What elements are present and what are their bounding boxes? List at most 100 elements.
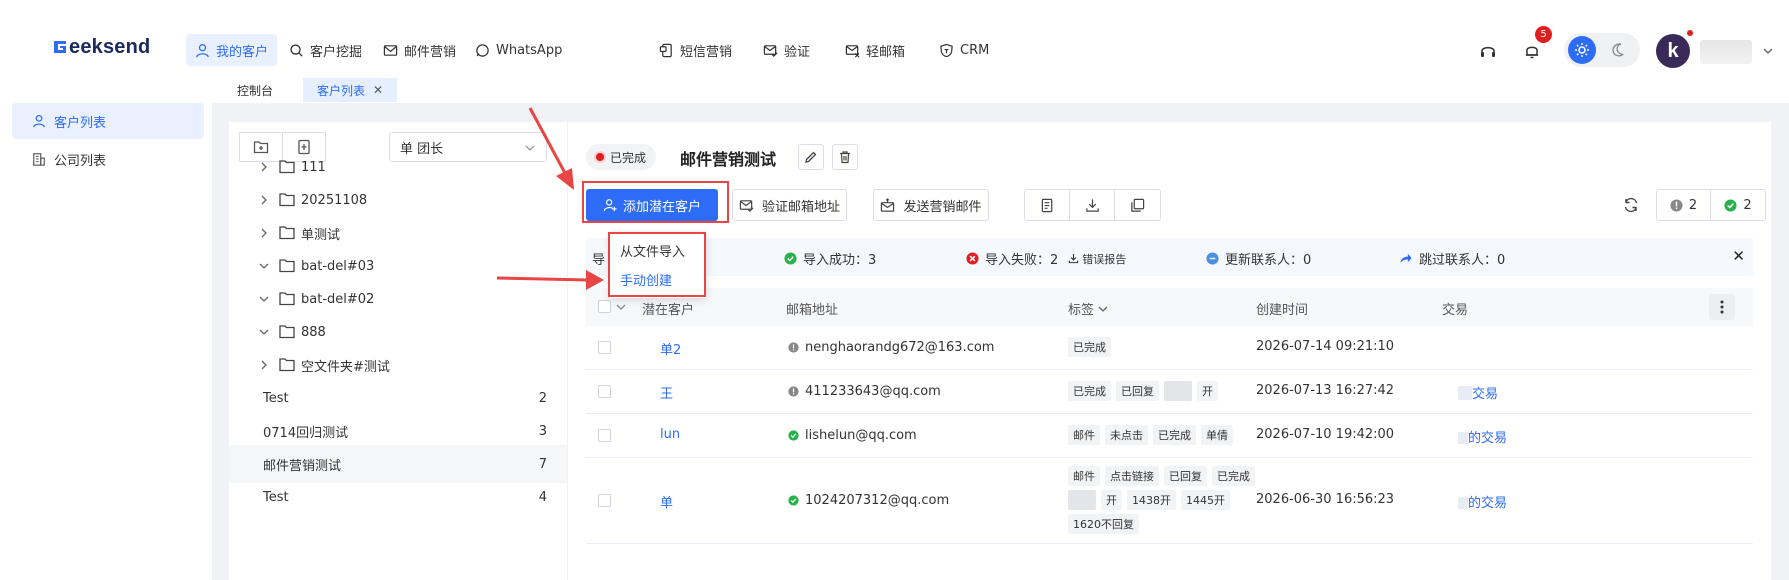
nav-label: CRM bbox=[960, 42, 990, 58]
nav-verify[interactable]: 验证 bbox=[754, 34, 819, 66]
export-button[interactable] bbox=[1025, 190, 1070, 220]
tag: 1438开 bbox=[1127, 490, 1176, 510]
table-row[interactable]: 王 411233643@qq.com 已完成 已回复 开 2026-07-13 … bbox=[586, 370, 1753, 414]
nav-crm[interactable]: CRM bbox=[930, 34, 998, 66]
column-header-tags-label: 标签 bbox=[1068, 303, 1095, 318]
contacts-updated-text: 更新联系人：0 bbox=[1225, 253, 1312, 268]
nav-light-mailbox[interactable]: 轻邮箱 bbox=[836, 34, 914, 66]
row-checkbox[interactable] bbox=[598, 494, 611, 507]
update-icon bbox=[1206, 252, 1219, 265]
send-marketing-email-button[interactable]: 发送营销邮件 bbox=[873, 189, 989, 221]
download-button[interactable] bbox=[1070, 190, 1115, 220]
search-icon bbox=[290, 43, 303, 57]
nav-whatsapp[interactable]: WhatsApp bbox=[466, 34, 571, 66]
edit-button[interactable] bbox=[798, 144, 824, 170]
chevron-down-icon[interactable] bbox=[259, 261, 269, 271]
folder-icon bbox=[279, 292, 295, 306]
row-checkbox[interactable] bbox=[598, 385, 611, 398]
valid-count[interactable]: 2 bbox=[1711, 190, 1765, 220]
chevron-down-icon[interactable] bbox=[616, 302, 626, 312]
tab-dashboard[interactable]: 控制台 bbox=[213, 78, 297, 102]
error-report-link[interactable]: 错误报告 bbox=[1068, 251, 1126, 267]
created-time: 2026-07-14 09:21:10 bbox=[1256, 339, 1395, 354]
deal-link[interactable]: 的交易 bbox=[1458, 427, 1507, 446]
created-time: 2026-07-13 16:27:42 bbox=[1256, 383, 1395, 398]
deal-link[interactable]: 交易 bbox=[1458, 383, 1498, 402]
tag-list: 邮件 点击链接 已回复 已完成 bbox=[1068, 466, 1255, 486]
list-item[interactable]: Test 4 bbox=[229, 478, 567, 516]
table-row[interactable]: 单2 nenghaorandg672@163.com 已完成 2026-07-1… bbox=[586, 326, 1753, 370]
copy-icon bbox=[1131, 198, 1145, 212]
brand-logo[interactable]: eeksend bbox=[52, 36, 150, 59]
notification-bell[interactable]: 5 bbox=[1523, 26, 1552, 62]
table-header: 潜在客户 邮箱地址 标签 创建时间 交易 bbox=[586, 288, 1753, 326]
warning-count-value: 2 bbox=[1688, 197, 1698, 213]
close-icon[interactable]: ✕ bbox=[373, 83, 383, 97]
skip-arrow-icon bbox=[1400, 253, 1412, 264]
tag: 已完成 bbox=[1153, 425, 1196, 445]
user-name-blurred[interactable] bbox=[1700, 40, 1752, 64]
status-badge: 已完成 bbox=[586, 144, 657, 170]
import-fail: 导入失败：2 错误报告 bbox=[966, 249, 1126, 268]
nav-my-customers[interactable]: 我的客户 bbox=[186, 34, 278, 66]
table-row[interactable]: lun lishelun@qq.com 邮件 未点击 已完成 单倩 2026-0… bbox=[586, 414, 1753, 458]
tag: 1620不回复 bbox=[1068, 514, 1139, 534]
deal-text: 的交易 bbox=[1468, 496, 1508, 511]
top-bar: eeksend 我的客户 客户挖掘 邮件营销 WhatsApp 短信营销 验证 … bbox=[0, 0, 1789, 103]
theme-toggle[interactable] bbox=[1564, 33, 1640, 67]
list-count: 2 bbox=[538, 390, 547, 406]
table-row[interactable]: 单 1024207312@qq.com 邮件 点击链接 已回复 已完成 开 14… bbox=[586, 458, 1753, 544]
prospect-name[interactable]: 单 bbox=[660, 492, 673, 511]
tag-list: 开 1438开 1445开 bbox=[1068, 490, 1230, 510]
mailbox-icon bbox=[845, 44, 860, 57]
chevron-down-icon[interactable] bbox=[259, 294, 269, 304]
sidebar-item-customer-list[interactable]: 客户列表 bbox=[12, 103, 204, 139]
close-icon[interactable]: ✕ bbox=[1732, 247, 1745, 265]
list-count: 3 bbox=[538, 423, 547, 439]
row-checkbox[interactable] bbox=[598, 429, 611, 442]
avatar[interactable]: k bbox=[1656, 34, 1690, 68]
refresh-icon[interactable] bbox=[1623, 197, 1639, 213]
column-menu-button[interactable] bbox=[1709, 294, 1735, 320]
nav-customer-mining[interactable]: 客户挖掘 bbox=[280, 34, 371, 66]
nav-label: 验证 bbox=[784, 44, 811, 60]
headset-icon[interactable] bbox=[1479, 42, 1497, 60]
prospect-name[interactable]: 王 bbox=[660, 383, 673, 402]
tab-customer-list[interactable]: 客户列表 ✕ bbox=[303, 78, 398, 102]
nav-label: 邮件营销 bbox=[404, 44, 457, 60]
chevron-right-icon[interactable] bbox=[259, 228, 269, 238]
tag: 已回复 bbox=[1116, 381, 1159, 401]
row-checkbox[interactable] bbox=[598, 341, 611, 354]
error-report-label: 错误报告 bbox=[1082, 252, 1127, 266]
highlight-box-dropdown bbox=[608, 232, 706, 297]
list-count: 7 bbox=[538, 456, 547, 472]
delete-button[interactable] bbox=[832, 144, 858, 170]
sidebar-item-company-list[interactable]: 公司列表 bbox=[12, 141, 204, 177]
copy-button[interactable] bbox=[1115, 190, 1160, 220]
folder-icon bbox=[279, 226, 295, 240]
mail-check-icon bbox=[763, 44, 778, 57]
chevron-right-icon[interactable] bbox=[259, 360, 269, 370]
prospect-name[interactable]: lun bbox=[660, 427, 680, 442]
verify-email-label: 验证邮箱地址 bbox=[761, 199, 840, 215]
nav-sms-marketing[interactable]: 短信营销 bbox=[650, 34, 741, 66]
tag: 点击链接 bbox=[1105, 466, 1159, 486]
moon-icon[interactable] bbox=[1610, 42, 1626, 58]
nav-email-marketing[interactable]: 邮件营销 bbox=[374, 34, 465, 66]
tab-label: 控制台 bbox=[237, 83, 274, 98]
chevron-right-icon[interactable] bbox=[259, 162, 269, 172]
action-button-group bbox=[1024, 189, 1161, 221]
contacts-skipped-text: 跳过联系人：0 bbox=[1419, 253, 1506, 268]
select-all-checkbox[interactable] bbox=[598, 300, 611, 313]
warning-count[interactable]: 2 bbox=[1657, 190, 1711, 220]
prospect-name[interactable]: 单2 bbox=[660, 339, 681, 358]
light-mode-button[interactable] bbox=[1568, 36, 1596, 64]
deal-link[interactable]: 的交易 bbox=[1458, 492, 1507, 511]
chevron-down-icon[interactable] bbox=[259, 327, 269, 337]
chevron-right-icon[interactable] bbox=[259, 195, 269, 205]
column-header-tags[interactable]: 标签 bbox=[1068, 299, 1108, 318]
mail-check-icon bbox=[739, 199, 754, 212]
chevron-down-icon[interactable] bbox=[1762, 45, 1774, 57]
verify-email-button[interactable]: 验证邮箱地址 bbox=[732, 189, 847, 221]
document-icon bbox=[1041, 198, 1052, 212]
